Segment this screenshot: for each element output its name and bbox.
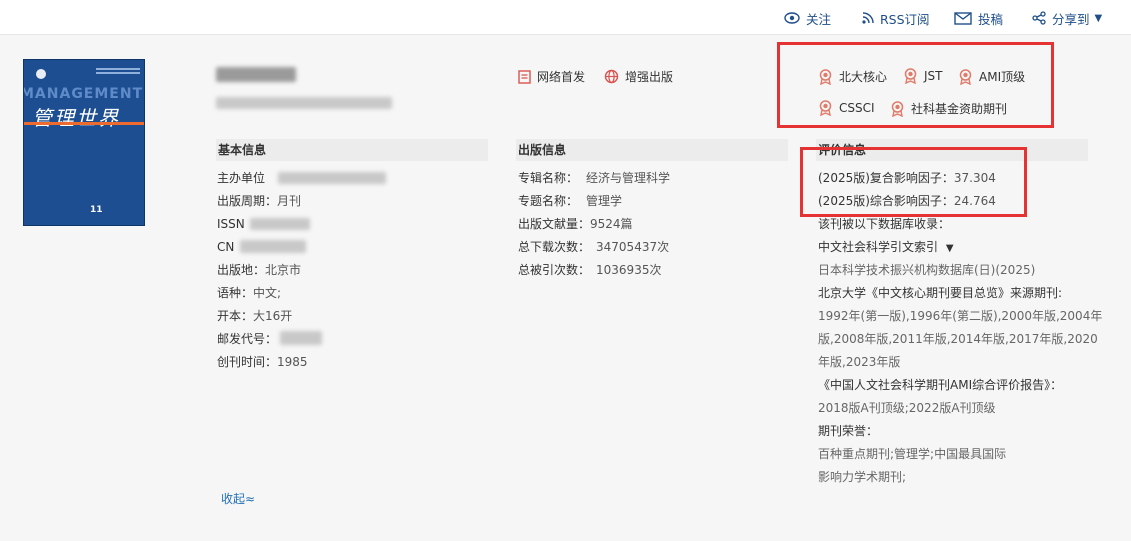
cycle-row: 出版周期：月刊 [217, 193, 301, 209]
cn-label: CN [217, 240, 235, 254]
topic-label: 专题名称： [518, 194, 579, 208]
db-intro: 该刊被以下数据库收录： [818, 217, 951, 231]
share-label: 分享到 [1052, 11, 1090, 27]
postal-value-redacted [280, 331, 322, 345]
honor-line1: 百种重点期刊;管理学;中国最具国际 [818, 447, 1007, 461]
rss-button[interactable]: RSS订阅 [862, 9, 930, 27]
collapse-link[interactable]: 收起≈ [221, 491, 255, 507]
pku-line2: 版,2008年版,2011年版,2014年版,2017年版,2020 [818, 332, 1098, 346]
subject-label: 专辑名称： [518, 171, 579, 185]
format-row: 开本：大16开 [217, 308, 292, 324]
mail-icon [954, 11, 972, 25]
downloads-label: 总下载次数： [518, 240, 591, 254]
rss-label: RSS订阅 [880, 11, 930, 27]
db1-label: 中文社会科学引文索引 [818, 240, 939, 254]
docs-label: 出版文献量： [518, 217, 591, 231]
journal-subtitle-redacted [216, 97, 392, 109]
issn-row: ISSN [217, 216, 245, 232]
top-toolbar: 关注 RSS订阅 投稿 分享到 ▼ [0, 0, 1131, 35]
pku-line3: 年版,2023年版 [818, 355, 901, 369]
enhanced-publish-label: 增强出版 [625, 70, 674, 84]
cover-english-title: MANAGEMENT [23, 86, 144, 102]
publish-info-header: 出版信息 [516, 139, 788, 161]
ami-title: 《中国人文社会科学期刊AMI综合评价报告》： [818, 378, 1063, 392]
eye-icon [784, 12, 800, 24]
format-value: 大16开 [253, 309, 293, 323]
subject-row: 专辑名称： 经济与管理科学 [518, 170, 670, 186]
chevron-down-icon: ▼ [1094, 12, 1103, 24]
sponsor-row: 主办单位 [217, 170, 265, 186]
format-label: 开本： [217, 309, 254, 323]
caret-down-icon: ▼ [945, 243, 954, 254]
topic-value: 管理学 [586, 194, 623, 208]
topic-row: 专题名称： 管理学 [518, 193, 622, 209]
journal-cover: MANAGEMENT 管理世界 11 [23, 59, 145, 226]
cycle-value: 月刊 [277, 194, 302, 208]
cover-emblem [36, 69, 46, 79]
pku-line1: 1992年(第一版),1996年(第二版),2000年版,2004年 [818, 309, 1103, 323]
docs-row: 出版文献量：9524篇 [518, 216, 633, 232]
docs-value: 9524篇 [590, 217, 633, 231]
pku-title: 北京大学《中文核心期刊要目总览》来源期刊: [818, 286, 1063, 300]
journal-title-redacted [216, 67, 296, 82]
honor-title: 期刊荣誉： [818, 424, 879, 438]
cn-row: CN [217, 239, 234, 255]
issn-label: ISSN [217, 217, 245, 231]
submit-button[interactable]: 投稿 [954, 9, 1003, 27]
citations-label: 总被引次数： [518, 263, 591, 277]
cn-value-redacted [240, 240, 306, 253]
share-button[interactable]: 分享到 ▼ [1032, 9, 1102, 27]
first-online-link[interactable]: 网络首发 [518, 68, 585, 85]
share-icon [1032, 11, 1046, 25]
subject-value: 经济与管理科学 [586, 171, 671, 185]
downloads-row: 总下载次数： 34705437次 [518, 239, 669, 255]
citations-row: 总被引次数： 1036935次 [518, 262, 661, 278]
postal-label: 邮发代号： [217, 332, 278, 346]
follow-label: 关注 [806, 11, 832, 27]
ami-value: 2018版A刊顶级;2022版A刊顶级 [818, 401, 996, 415]
db2: 日本科学技术振兴机构数据库(日)(2025) [818, 263, 1036, 277]
place-row: 出版地：北京市 [217, 262, 301, 278]
language-value: 中文; [253, 286, 282, 300]
db-dropdown[interactable]: 中文社会科学引文索引 ▼ [818, 239, 954, 257]
cover-issue-number: 11 [90, 205, 103, 215]
sponsor-label: 主办单位 [217, 171, 266, 185]
honor-line2: 影响力学术期刊; [818, 470, 907, 484]
globe-icon [604, 69, 619, 84]
submit-label: 投稿 [978, 11, 1004, 27]
first-online-label: 网络首发 [537, 70, 586, 84]
enhanced-publish-link[interactable]: 增强出版 [604, 68, 673, 85]
cover-chinese-title: 管理世界 [32, 106, 120, 130]
place-value: 北京市 [265, 263, 302, 277]
founded-value: 1985 [277, 355, 308, 369]
highlight-badges-box [777, 42, 1054, 128]
language-row: 语种：中文; [217, 285, 281, 301]
language-label: 语种： [217, 286, 254, 300]
rss-icon [862, 12, 874, 24]
follow-button[interactable]: 关注 [784, 9, 831, 27]
postal-row: 邮发代号： [217, 331, 277, 347]
founded-row: 创刊时间：1985 [217, 354, 308, 370]
sponsor-value-redacted [278, 172, 386, 184]
highlight-impact-box [800, 147, 1027, 217]
founded-label: 创刊时间： [217, 355, 278, 369]
citations-value: 1036935次 [596, 263, 662, 277]
cover-band [24, 122, 144, 125]
place-label: 出版地： [217, 263, 266, 277]
basic-info-header: 基本信息 [216, 139, 488, 161]
issn-value-redacted [250, 218, 310, 230]
cover-header-lines [96, 68, 140, 70]
downloads-value: 34705437次 [596, 240, 670, 254]
cycle-label: 出版周期： [217, 194, 278, 208]
document-icon [518, 69, 531, 84]
